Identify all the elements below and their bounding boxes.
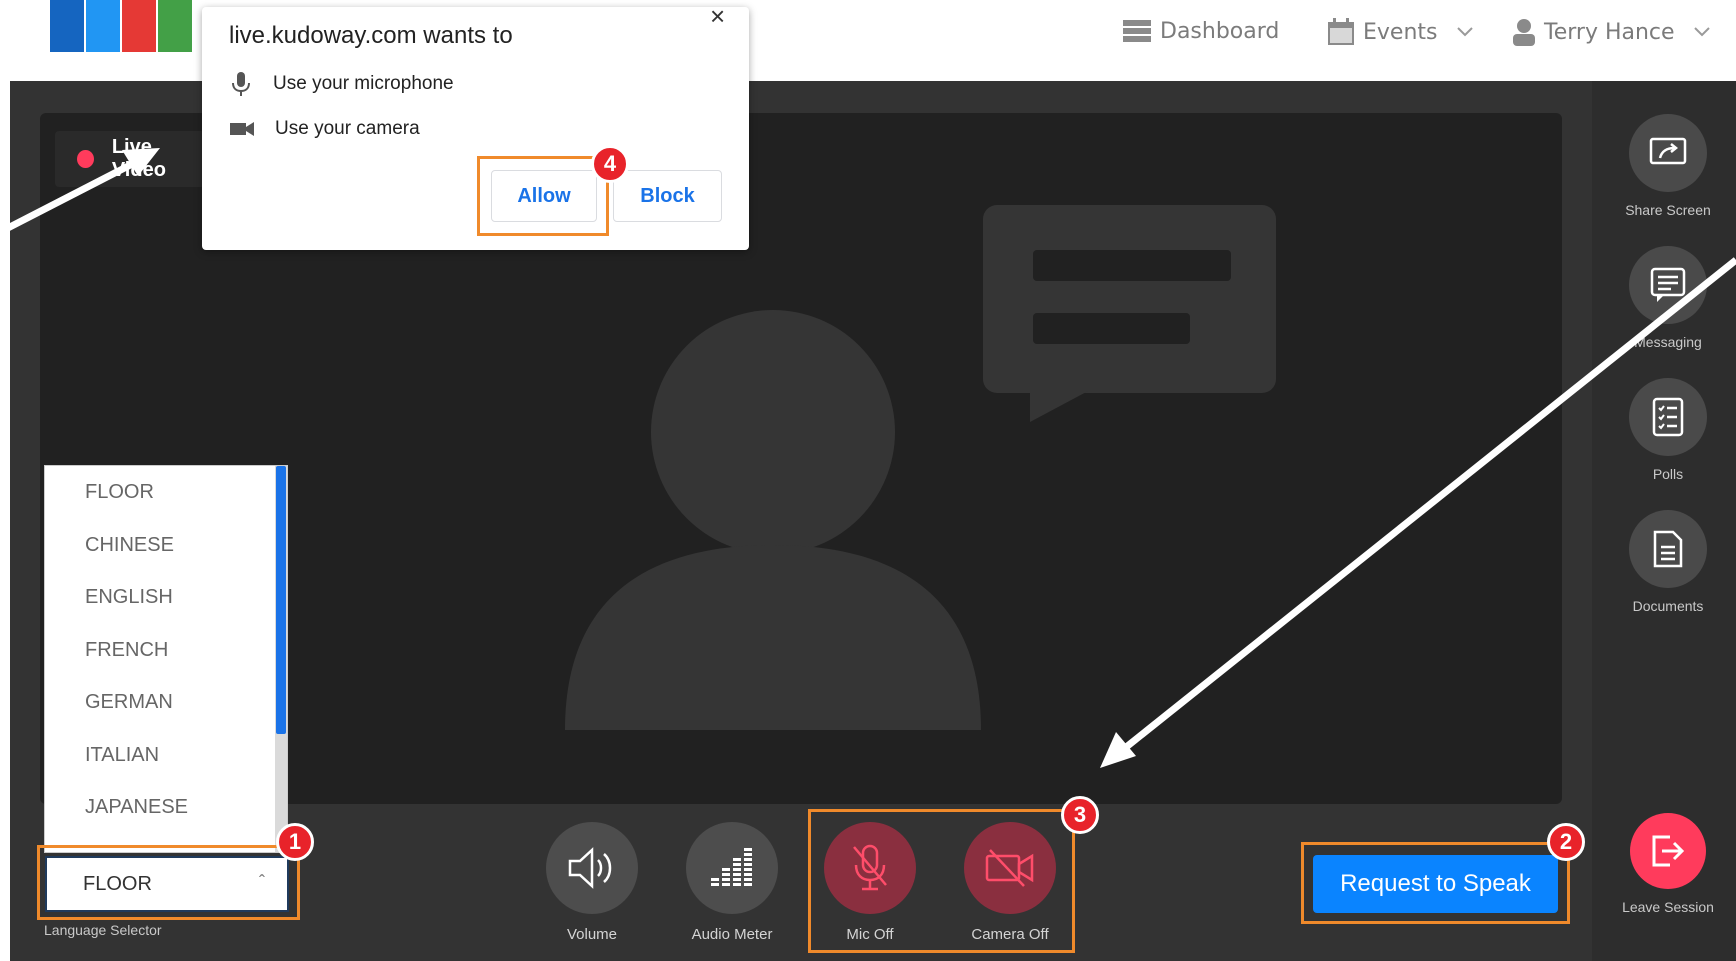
arrowhead-icon [1100,732,1136,768]
annotation-arrows [0,148,1736,768]
annotation-arrow-right [1117,257,1736,755]
annotation-arrow-left [0,156,142,236]
arrowhead-icon [122,148,160,176]
